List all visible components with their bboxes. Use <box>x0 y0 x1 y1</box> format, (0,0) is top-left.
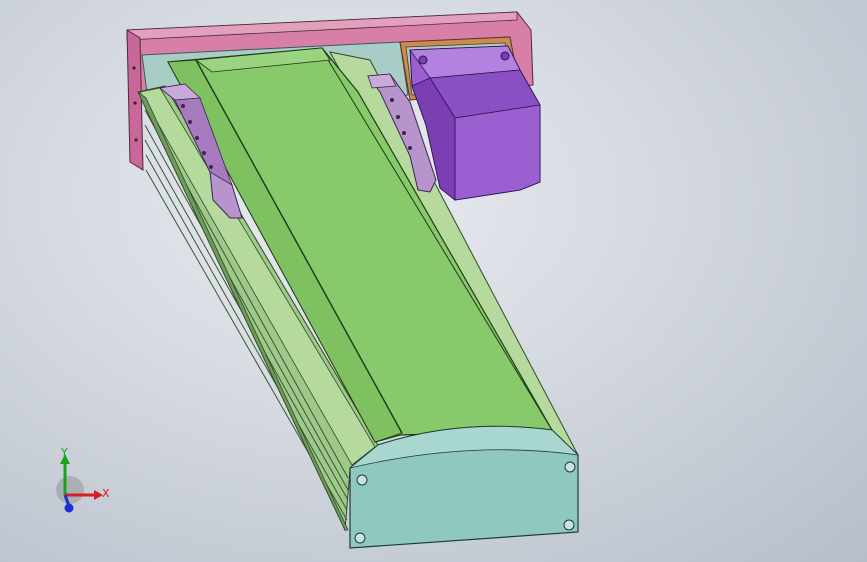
screw-icon <box>209 165 213 169</box>
triad-disc <box>56 476 84 504</box>
screw-icon <box>202 151 206 155</box>
cad-viewport[interactable]: Y X <box>0 0 867 562</box>
screw-icon <box>188 120 192 124</box>
cad-model-view[interactable] <box>0 0 867 562</box>
bolt-hole-icon <box>133 101 137 105</box>
end-cap-screw-icon <box>563 519 575 531</box>
screw-icon <box>408 146 412 150</box>
z-axis-head-icon <box>64 503 74 513</box>
bolt-hole-icon <box>134 138 138 142</box>
end-cap-screw-icon <box>356 474 368 486</box>
x-axis-label: X <box>102 487 110 500</box>
end-cap-screw-icon <box>564 461 576 473</box>
screw-icon <box>195 136 199 140</box>
bolt-hole-icon <box>132 66 136 70</box>
motor-bolt-icon <box>500 51 510 61</box>
end-cap[interactable] <box>349 425 580 549</box>
screw-icon <box>402 131 406 135</box>
screw-icon <box>181 104 185 108</box>
screw-icon <box>396 115 400 119</box>
screw-icon <box>390 98 394 102</box>
coordinate-triad: Y X <box>56 446 110 513</box>
motor-bolt-icon <box>418 55 428 65</box>
end-cap-screw-icon <box>354 532 366 544</box>
y-axis-label: Y <box>60 446 68 459</box>
